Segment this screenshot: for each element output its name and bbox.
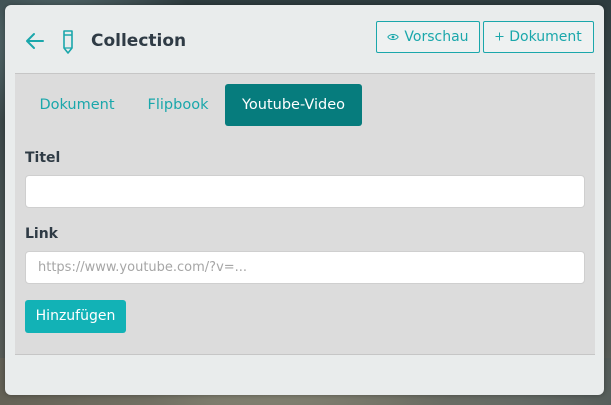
upload-panel: Dokument Flipbook Youtube-Video Titel Li… bbox=[15, 73, 595, 355]
back-button[interactable] bbox=[23, 29, 47, 53]
plus-icon bbox=[495, 32, 504, 43]
add-button[interactable]: Hinzufügen bbox=[25, 300, 126, 333]
eye-icon bbox=[387, 32, 400, 43]
preview-button-label: Vorschau bbox=[404, 29, 469, 45]
add-document-button[interactable]: Dokument bbox=[483, 21, 594, 53]
link-input[interactable] bbox=[25, 251, 585, 284]
tab-flipbook[interactable]: Flipbook bbox=[143, 84, 213, 126]
dialog-header: Collection Vorschau Dokument bbox=[5, 5, 604, 73]
preview-button[interactable]: Vorschau bbox=[376, 21, 480, 53]
tab-youtube-video[interactable]: Youtube-Video bbox=[225, 84, 362, 126]
pencil-icon bbox=[60, 29, 76, 55]
title-label: Titel bbox=[25, 150, 61, 166]
link-label: Link bbox=[25, 226, 58, 242]
title-input[interactable] bbox=[25, 175, 585, 208]
tab-dokument[interactable]: Dokument bbox=[37, 84, 117, 126]
add-document-button-label: Dokument bbox=[509, 29, 582, 45]
arrow-left-icon bbox=[26, 33, 44, 49]
collection-dialog: Collection Vorschau Dokument Dokument Fl… bbox=[5, 5, 604, 395]
page-title: Collection bbox=[91, 31, 187, 51]
